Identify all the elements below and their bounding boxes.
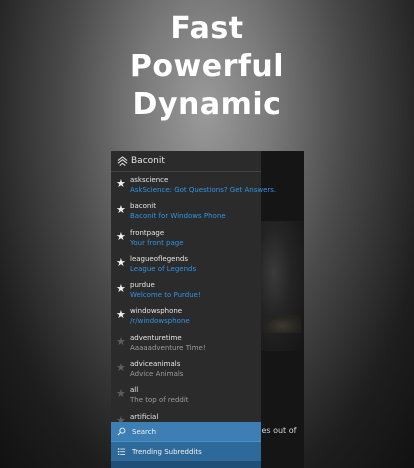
subreddit-item-adviceanimals[interactable]: ★ adviceanimals Advice Animals (111, 356, 261, 382)
subreddit-description: AskScience: Got Questions? Get Answers. (130, 186, 277, 194)
subreddit-name: artificial (130, 412, 159, 421)
search-label: Search (132, 427, 157, 436)
subreddit-item-askscience[interactable]: ★ askscience AskScience: Got Questions? … (111, 172, 276, 198)
subreddit-description: Advice Animals (130, 370, 184, 379)
drawer-header: Baconit (111, 151, 261, 172)
subreddit-item-purdue[interactable]: ★ purdue Welcome to Purdue! (111, 277, 261, 303)
trending-subreddits-button[interactable]: Trending Subreddits (111, 442, 261, 461)
tagline-line-2: Powerful (129, 49, 285, 84)
subreddit-item-frontpage[interactable]: ★ frontpage Your front page (111, 225, 261, 251)
subreddit-name: purdue (130, 281, 155, 290)
post-text-peek: iles out of (257, 426, 297, 435)
subreddit-description: Baconit for Windows Phone (130, 212, 226, 221)
subreddit-name: adventuretime (130, 333, 182, 342)
subreddit-drawer: Baconit ★ askscience AskScience: Got Que… (111, 151, 276, 468)
drawer-bottom-row[interactable] (111, 461, 261, 468)
phone-screen: iles out of Baconit ★ askscience AskScie… (111, 151, 304, 468)
search-icon (117, 427, 126, 436)
subreddit-item-windowsphone[interactable]: ★ windowsphone /r/windowsphone (111, 303, 261, 329)
subreddit-item-all[interactable]: ★ all The top of reddit (111, 382, 261, 408)
star-icon[interactable]: ★ (116, 231, 126, 242)
subreddit-description: Aaaaadventure Time! (130, 343, 206, 352)
subreddit-description: Welcome to Purdue! (130, 291, 201, 300)
subreddit-item-baconit[interactable]: ★ baconit Baconit for Windows Phone (111, 198, 261, 224)
app-title: Baconit (131, 156, 165, 166)
subreddit-name: windowsphone (130, 307, 183, 316)
star-icon[interactable]: ★ (116, 336, 126, 347)
subreddit-description: League of Legends (130, 264, 197, 273)
subreddit-name: baconit (130, 202, 156, 211)
subreddit-list: ★ askscience AskScience: Got Questions? … (111, 172, 276, 435)
tagline-line-3: Dynamic (132, 87, 282, 122)
subreddit-name: frontpage (130, 228, 165, 237)
post-image[interactable] (261, 221, 304, 351)
drawer-bottom-bar: Search Trending Subreddits (111, 422, 261, 468)
star-icon[interactable]: ★ (116, 257, 126, 268)
subreddit-name: askscience (130, 176, 169, 184)
star-icon[interactable]: ★ (116, 204, 126, 215)
subreddit-item-adventuretime[interactable]: ★ adventuretime Aaaaadventure Time! (111, 330, 261, 356)
subreddit-name: adviceanimals (130, 360, 181, 369)
star-icon[interactable]: ★ (116, 283, 126, 294)
star-icon[interactable]: ★ (116, 388, 126, 399)
subreddit-description: The top of reddit (130, 396, 189, 405)
tagline: Fast Powerful Dynamic (0, 10, 414, 124)
trending-label: Trending Subreddits (132, 447, 202, 456)
subreddit-name: leagueoflegends (130, 254, 189, 263)
subreddit-item-leagueoflegends[interactable]: ★ leagueoflegends League of Legends (111, 251, 261, 277)
subreddit-description: Your front page (130, 238, 184, 247)
list-icon (117, 448, 126, 456)
star-icon[interactable]: ★ (116, 309, 126, 320)
baconit-logo-icon (117, 155, 128, 166)
subreddit-name: all (130, 386, 139, 395)
search-button[interactable]: Search (111, 422, 261, 442)
star-icon[interactable]: ★ (116, 362, 126, 373)
star-icon[interactable]: ★ (116, 178, 126, 189)
tagline-line-1: Fast (170, 11, 244, 46)
subreddit-description: /r/windowsphone (130, 317, 190, 326)
